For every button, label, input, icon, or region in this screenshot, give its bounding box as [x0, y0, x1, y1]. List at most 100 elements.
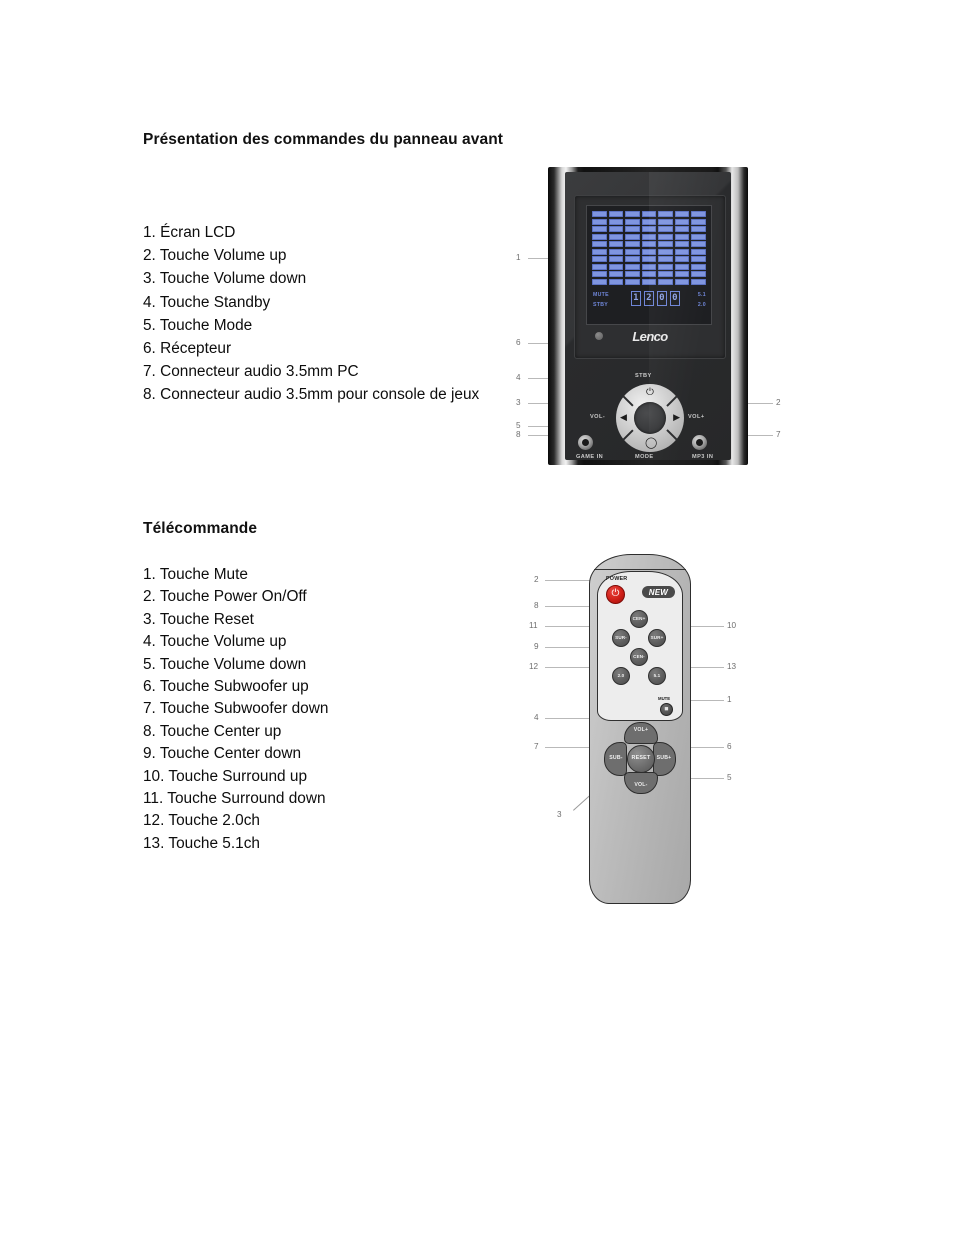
list-item: 3. Touche Volume down	[143, 270, 307, 288]
lcd-bar-segment	[592, 211, 607, 218]
callout-1: 1	[516, 253, 521, 262]
lcd-bar-segment	[592, 241, 607, 248]
lcd-bar-segment	[691, 271, 706, 278]
reset-button[interactable]: RESET	[627, 745, 655, 773]
remote-control-diagram: 2 8 11 9 12 4 7 3 10 13 1 6 5 POWER ⏻ NE…	[501, 548, 767, 908]
sub-down-button[interactable]: SUB-	[604, 742, 627, 776]
lcd-bar-segment	[691, 226, 706, 233]
lcd-bar-segment	[625, 233, 640, 240]
center-up-button[interactable]: CEN+	[630, 610, 648, 628]
lcd-mute-indicator: MUTE	[593, 292, 609, 298]
front-panel-diagram: 1 6 4 3 5 8 2 7 MUTE STBY 5.1 2.0 1 2 0 …	[506, 163, 790, 469]
list-item: 2. Touche Power On/Off	[143, 588, 307, 606]
lcd-bar-segment	[691, 211, 706, 218]
callout-4: 4	[516, 373, 521, 382]
lcd-bar-segment	[658, 271, 673, 278]
sub-up-button[interactable]: SUB+	[653, 742, 676, 776]
lcd-bar-segment	[674, 226, 690, 233]
list-item: 6. Touche Subwoofer up	[143, 678, 309, 696]
list-item: 5. Touche Mode	[143, 316, 253, 334]
remote-control-wheel[interactable]: VOL+ SUB- SUB+ VOL- RESET	[604, 722, 676, 794]
lcd-bar-segment	[592, 248, 607, 255]
vol-down-button[interactable]: VOL-	[624, 772, 658, 794]
lcd-bar-segment	[691, 263, 706, 270]
center-down-button[interactable]: CEN-	[630, 648, 648, 666]
lcd-bar-segment	[625, 278, 640, 285]
lcd-bar-segment	[691, 241, 706, 248]
lcd-bar-segment	[674, 263, 690, 270]
lcd-bar-segment	[674, 271, 690, 278]
remote-callout-1: 1	[727, 695, 732, 704]
lcd-bar-segment	[641, 256, 657, 263]
lcd-bar-segment	[674, 256, 690, 263]
remote-upper-keypad: POWER ⏻ NEW CEN+ SUR- SUR+ CEN- 2.0 5.1 …	[597, 571, 683, 721]
lcd-digit: 1	[631, 291, 641, 306]
lcd-bar-segment	[592, 226, 607, 233]
lcd-bar-segment	[592, 233, 607, 240]
list-item: 4. Touche Volume up	[143, 633, 287, 651]
callout-8: 8	[516, 430, 521, 439]
mp3-in-jack[interactable]	[692, 435, 707, 450]
lcd-bar-segment	[658, 233, 673, 240]
lcd-bar-segment	[691, 278, 706, 285]
remote-callout-6: 6	[727, 742, 732, 751]
list-item: 7. Touche Subwoofer down	[143, 700, 329, 718]
lcd-bar-segment	[608, 256, 624, 263]
ch-51-button[interactable]: 5.1	[648, 667, 666, 685]
ch-20-button[interactable]: 2.0	[612, 667, 630, 685]
game-in-jack[interactable]	[578, 435, 593, 450]
list-item: 13. Touche 5.1ch	[143, 834, 260, 852]
lcd-bar-segment	[592, 218, 607, 225]
front-panel-navigation-pad[interactable]: ⏻ ◀ ▶ ◯	[616, 384, 684, 452]
lcd-digit: 0	[657, 291, 667, 306]
remote-callout-5: 5	[727, 773, 732, 782]
lcd-bar-segment	[625, 263, 640, 270]
vol-down-label: VOL-	[590, 414, 606, 420]
lcd-bar-segment	[674, 278, 690, 285]
lcd-bar-segment	[608, 211, 624, 218]
lcd-bar-segment	[608, 233, 624, 240]
vol-up-label: VOL+	[688, 414, 705, 420]
power-button[interactable]: ⏻	[606, 585, 625, 604]
list-item: 1. Écran LCD	[143, 224, 236, 241]
lcd-digit: 2	[644, 291, 654, 306]
lcd-bar-segment	[658, 263, 673, 270]
lcd-digit: 0	[670, 291, 680, 306]
vol-up-arrow-icon[interactable]: ▶	[673, 413, 680, 422]
lcd-seven-segment-digits: 1 2 0 0	[631, 291, 680, 306]
lcd-bar-segment	[592, 278, 607, 285]
lcd-bar-segment	[674, 211, 690, 218]
pad-hub	[634, 402, 666, 434]
remote-body: POWER ⏻ NEW CEN+ SUR- SUR+ CEN- 2.0 5.1 …	[589, 554, 691, 904]
remote-top-bar	[594, 558, 686, 570]
list-item: 5. Touche Volume down	[143, 655, 307, 673]
remote-section-heading: Télécommande	[143, 520, 258, 537]
lcd-bar-segment	[674, 233, 690, 240]
lcd-screen: MUTE STBY 5.1 2.0 1 2 0 0	[586, 205, 712, 325]
lcd-51-indicator: 5.1	[697, 292, 706, 298]
lcd-bar-segment	[658, 241, 673, 248]
list-item: 8. Connecteur audio 3.5mm pour console d…	[143, 386, 480, 404]
surround-up-button[interactable]: SUR+	[648, 629, 666, 647]
lcd-bar-segment	[674, 218, 690, 225]
lcd-bar-segment	[658, 218, 673, 225]
lcd-bar-segment	[608, 241, 624, 248]
vol-down-arrow-icon[interactable]: ◀	[620, 413, 627, 422]
lcd-bar-segment	[691, 256, 706, 263]
mute-button[interactable]: ◼	[660, 703, 673, 716]
lcd-bar-segment	[592, 271, 607, 278]
remote-callout-7: 7	[534, 742, 539, 751]
mute-label: MUTE	[658, 696, 671, 701]
new-badge: NEW	[641, 586, 675, 598]
surround-down-button[interactable]: SUR-	[612, 629, 630, 647]
lcd-standby-indicator: STBY	[593, 302, 609, 308]
game-in-label: GAME IN	[576, 454, 604, 460]
mode-circle-icon[interactable]: ◯	[645, 438, 657, 449]
vol-up-button[interactable]: VOL+	[624, 722, 658, 744]
lcd-bar-segment	[674, 248, 690, 255]
standby-power-icon[interactable]: ⏻	[646, 388, 654, 398]
remote-callout-4: 4	[534, 713, 539, 722]
remote-callout-2: 2	[534, 575, 539, 584]
lcd-bar-segment	[608, 271, 624, 278]
list-item: 3. Touche Reset	[143, 610, 254, 628]
